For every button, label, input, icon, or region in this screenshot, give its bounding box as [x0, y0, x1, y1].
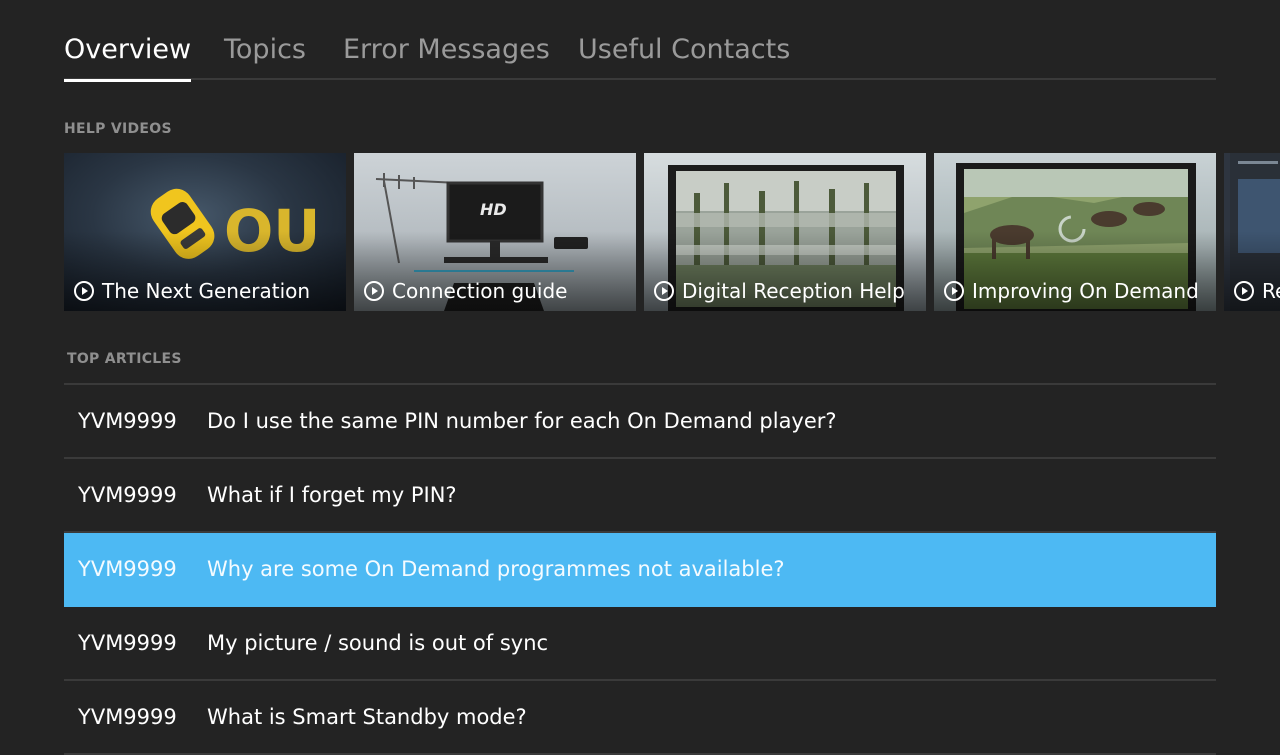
article-question: Why are some On Demand programmes not av… — [207, 557, 785, 581]
help-videos-carousel: OU The Next Generation HD — [64, 153, 1280, 311]
play-circle-icon — [1234, 281, 1254, 301]
article-code: YVM9999 — [78, 557, 177, 581]
video-title: Improving On Demand — [972, 279, 1199, 303]
article-code: YVM9999 — [78, 631, 177, 655]
article-row[interactable]: YVM9999 Do I use the same PIN number for… — [64, 385, 1216, 459]
tab-topics[interactable]: Topics — [224, 30, 306, 80]
video-title: Re — [1262, 279, 1280, 303]
tab-overview[interactable]: Overview — [64, 30, 192, 82]
video-tile-digital-reception[interactable]: Digital Reception Help — [644, 153, 926, 311]
article-question: What if I forget my PIN? — [207, 483, 457, 507]
video-tile-connection-guide[interactable]: HD Connection guide — [354, 153, 636, 311]
video-caption: Connection guide — [364, 278, 632, 304]
video-title: Connection guide — [392, 279, 568, 303]
video-title: The Next Generation — [102, 279, 311, 303]
article-question: Do I use the same PIN number for each On… — [207, 409, 837, 433]
play-circle-icon — [944, 281, 964, 301]
article-code: YVM9999 — [78, 483, 177, 507]
top-articles-heading: TOP ARTICLES — [67, 351, 182, 367]
article-code: YVM9999 — [78, 409, 177, 433]
video-tile-partial[interactable]: Re — [1224, 153, 1280, 311]
help-videos-heading: HELP VIDEOS — [64, 121, 172, 137]
tab-bar: Overview Topics Error Messages Useful Co… — [64, 0, 1216, 82]
tab-error-messages[interactable]: Error Messages — [343, 30, 550, 80]
top-articles-list: YVM9999 Do I use the same PIN number for… — [64, 383, 1216, 755]
play-circle-icon — [654, 281, 674, 301]
play-circle-icon — [364, 281, 384, 301]
article-row[interactable]: YVM9999 What is Smart Standby mode? — [64, 681, 1216, 755]
play-circle-icon — [74, 281, 94, 301]
tab-useful-contacts[interactable]: Useful Contacts — [578, 30, 790, 80]
video-caption: Re — [1234, 278, 1280, 304]
svg-text:HD: HD — [480, 200, 507, 219]
article-question: My picture / sound is out of sync — [207, 631, 549, 655]
article-question: What is Smart Standby mode? — [207, 705, 527, 729]
video-tile-next-generation[interactable]: OU The Next Generation — [64, 153, 346, 311]
video-caption: The Next Generation — [74, 278, 342, 304]
video-tile-improving-on-demand[interactable]: Improving On Demand — [934, 153, 1216, 311]
video-caption: Improving On Demand — [944, 278, 1212, 304]
article-code: YVM9999 — [78, 705, 177, 729]
article-row[interactable]: YVM9999 My picture / sound is out of syn… — [64, 607, 1216, 681]
article-row[interactable]: YVM9999 What if I forget my PIN? — [64, 459, 1216, 533]
article-row-selected[interactable]: YVM9999 Why are some On Demand programme… — [64, 533, 1216, 607]
video-title: Digital Reception Help — [682, 279, 905, 303]
video-caption: Digital Reception Help — [654, 278, 922, 304]
